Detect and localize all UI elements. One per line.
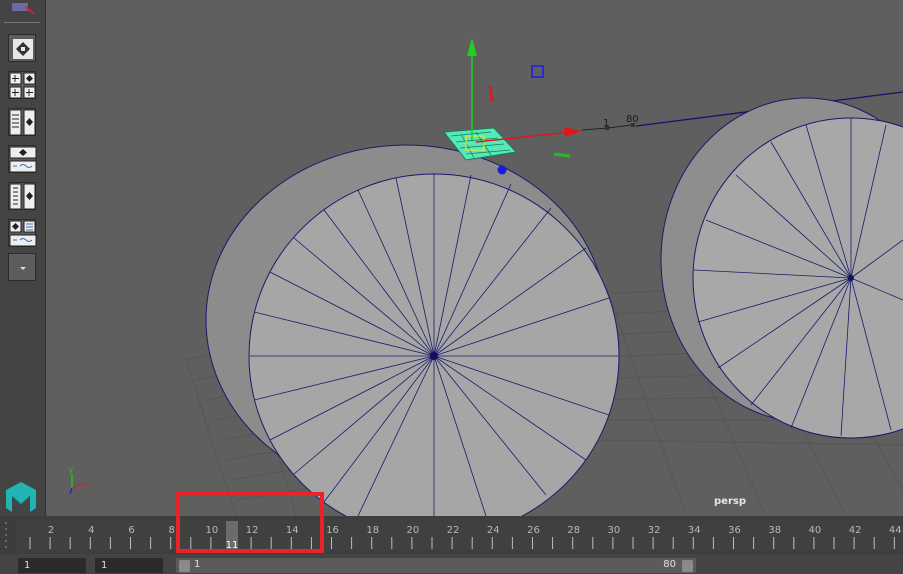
timeline-tick-label: 14 xyxy=(286,525,299,536)
layout-grid-icon[interactable] xyxy=(8,71,36,99)
current-frame-label: 11 xyxy=(226,540,239,551)
range-end-handle[interactable] xyxy=(682,560,693,572)
timeline-tick-label: 28 xyxy=(567,525,580,536)
playback-range-slider[interactable]: 1 80 xyxy=(176,558,696,573)
timeline-tick-label: 36 xyxy=(728,525,741,536)
toolbox-panel xyxy=(0,0,46,516)
maya-logo-icon xyxy=(4,482,38,512)
cylinder-right[interactable] xyxy=(660,97,903,439)
timeline-tick-label: 34 xyxy=(688,525,701,536)
timeline-strip[interactable]: 11 2 4 6 8 10 12 14 16 18 20 22 24 26 28 30 32 34 36 38 40 42… xyxy=(17,519,903,551)
time-slider[interactable]: 11 2 4 6 8 10 12 14 16 18 20 22 24 26 28 30 32 34 36 38 40 42… xyxy=(0,516,903,554)
timeline-tick-label: 18 xyxy=(366,525,379,536)
timeline-tick-label: 24 xyxy=(487,525,500,536)
timeline-tick-label: 22 xyxy=(447,525,460,536)
range-slider-bar: 1 1 1 80 xyxy=(0,554,903,573)
camera-label: persp xyxy=(714,496,746,507)
timeline-tick-label: 30 xyxy=(608,525,621,536)
range-end-label: 80 xyxy=(663,559,676,570)
timeline-tick-label: 4 xyxy=(88,525,94,536)
perspective-viewport[interactable]: 1 80 y x persp xyxy=(46,0,903,516)
maya-menu-icon[interactable] xyxy=(8,0,35,15)
layout-columns-icon[interactable] xyxy=(8,108,36,136)
timeline-tick-label: 2 xyxy=(48,525,54,536)
start-time-field[interactable]: 1 xyxy=(18,558,86,573)
scene-svg: 1 80 y x xyxy=(69,38,903,516)
range-start-handle[interactable] xyxy=(179,560,190,572)
manipulator-label-start: 1 xyxy=(603,118,609,129)
svg-text:y: y xyxy=(69,466,73,474)
timeline-tick-label: 10 xyxy=(206,525,219,536)
range-start-label: 1 xyxy=(194,559,201,570)
playback-start-field[interactable]: 1 xyxy=(95,558,163,573)
timeline-tick-label: 12 xyxy=(246,525,259,536)
graph-editor-icon[interactable] xyxy=(8,219,37,247)
timeline-tick-label: 44 xyxy=(889,525,902,536)
svg-text:x: x xyxy=(84,481,88,489)
timeline-tick-label: 32 xyxy=(648,525,661,536)
timeline-tick-label: 20 xyxy=(407,525,420,536)
timeline-grip-icon xyxy=(5,522,7,548)
timeline-tick-label: 26 xyxy=(527,525,540,536)
layout-quad-icon[interactable] xyxy=(8,34,36,62)
timeline-tick-label: 6 xyxy=(128,525,134,536)
expand-more-icon[interactable] xyxy=(8,253,36,281)
layout-stack-icon[interactable] xyxy=(8,182,36,210)
timeline-tick-label: 40 xyxy=(809,525,822,536)
timeline-tick-label: 16 xyxy=(326,525,339,536)
manipulator-label-end: 80 xyxy=(626,114,639,125)
timeline-ticks: 112 4 6 8 10 12 14 16 18 20 22 24 26 28 30 32 34 36 38 40 42… xyxy=(29,521,902,551)
timeline-tick-label: 8 xyxy=(169,525,175,536)
timeline-tick-label: 38 xyxy=(768,525,781,536)
toolbox-divider xyxy=(4,22,40,23)
outliner-icon[interactable] xyxy=(8,145,37,173)
cylinder-left[interactable] xyxy=(205,144,620,516)
timeline-tick-label: 42 xyxy=(849,525,862,536)
axis-gizmo: y x xyxy=(69,466,88,495)
